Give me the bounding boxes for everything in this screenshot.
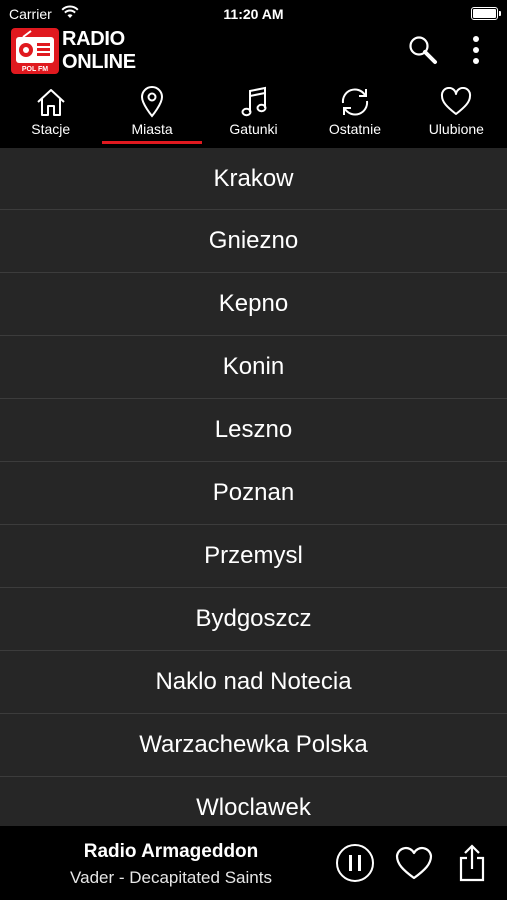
tab-ulubione[interactable]: Ulubione bbox=[406, 80, 507, 148]
list-item[interactable]: Gniezno bbox=[0, 210, 507, 273]
heart-icon bbox=[395, 846, 433, 880]
list-item[interactable]: Krakow bbox=[0, 148, 507, 210]
now-playing-track: Vader - Decapitated Saints bbox=[70, 868, 272, 887]
pause-icon bbox=[336, 844, 374, 882]
status-bar: Carrier 11:20 AM bbox=[0, 0, 507, 28]
tab-label: Ulubione bbox=[428, 121, 484, 137]
tab-stacje[interactable]: Stacje bbox=[0, 80, 101, 148]
list-item[interactable]: Kepno bbox=[0, 273, 507, 336]
more-vertical-icon bbox=[473, 36, 479, 64]
list-item[interactable]: Naklo nad Notecia bbox=[0, 651, 507, 714]
list-item[interactable]: Leszno bbox=[0, 399, 507, 462]
list-item[interactable]: Konin bbox=[0, 336, 507, 399]
app-title: RADIO ONLINE bbox=[62, 28, 136, 74]
logo-badge: POL FM bbox=[22, 66, 48, 73]
tab-label: Gatunki bbox=[229, 121, 278, 137]
tab-label: Miasta bbox=[131, 121, 173, 137]
battery-icon bbox=[471, 7, 501, 20]
tab-label: Ostatnie bbox=[328, 121, 381, 137]
tab-gatunki[interactable]: Gatunki bbox=[203, 80, 304, 148]
tab-label: Stacje bbox=[31, 121, 71, 137]
more-menu-button[interactable] bbox=[458, 32, 494, 68]
tab-ostatnie[interactable]: Ostatnie bbox=[304, 80, 405, 148]
share-button[interactable] bbox=[452, 843, 492, 883]
share-icon bbox=[459, 844, 485, 882]
heart-icon bbox=[441, 87, 472, 115]
list-item[interactable]: Przemysl bbox=[0, 525, 507, 588]
music-note-icon bbox=[241, 86, 267, 117]
app-title-line1: RADIO bbox=[62, 28, 125, 50]
list-item[interactable]: Warzachewka Polska bbox=[0, 714, 507, 777]
category-tabs: Stacje Miasta Gatunki Ostatnie Ulubione bbox=[0, 80, 507, 148]
app-title-line2: ONLINE bbox=[62, 51, 136, 73]
home-icon bbox=[37, 89, 65, 116]
active-tab-indicator bbox=[102, 141, 202, 144]
city-list: Krakow Gniezno Kepno Konin Leszno Poznan… bbox=[0, 148, 507, 826]
search-button[interactable] bbox=[405, 32, 441, 68]
list-item[interactable]: Bydgoszcz bbox=[0, 588, 507, 651]
now-playing-station: Radio Armageddon bbox=[83, 841, 259, 862]
pause-button[interactable] bbox=[335, 843, 375, 883]
list-item[interactable]: Poznan bbox=[0, 462, 507, 525]
radio-logo-icon: POL FM bbox=[11, 28, 59, 74]
location-pin-icon bbox=[141, 86, 164, 118]
app-header: POL FM RADIO ONLINE bbox=[0, 28, 507, 78]
tab-miasta[interactable]: Miasta bbox=[101, 80, 202, 148]
search-icon bbox=[409, 36, 437, 64]
clock: 11:20 AM bbox=[223, 6, 284, 22]
list-item[interactable]: Wloclawek bbox=[0, 777, 507, 826]
favorite-button[interactable] bbox=[394, 843, 434, 883]
mini-player[interactable]: Radio Armageddon Vader - Decapitated Sai… bbox=[0, 826, 507, 900]
refresh-icon bbox=[341, 88, 368, 116]
